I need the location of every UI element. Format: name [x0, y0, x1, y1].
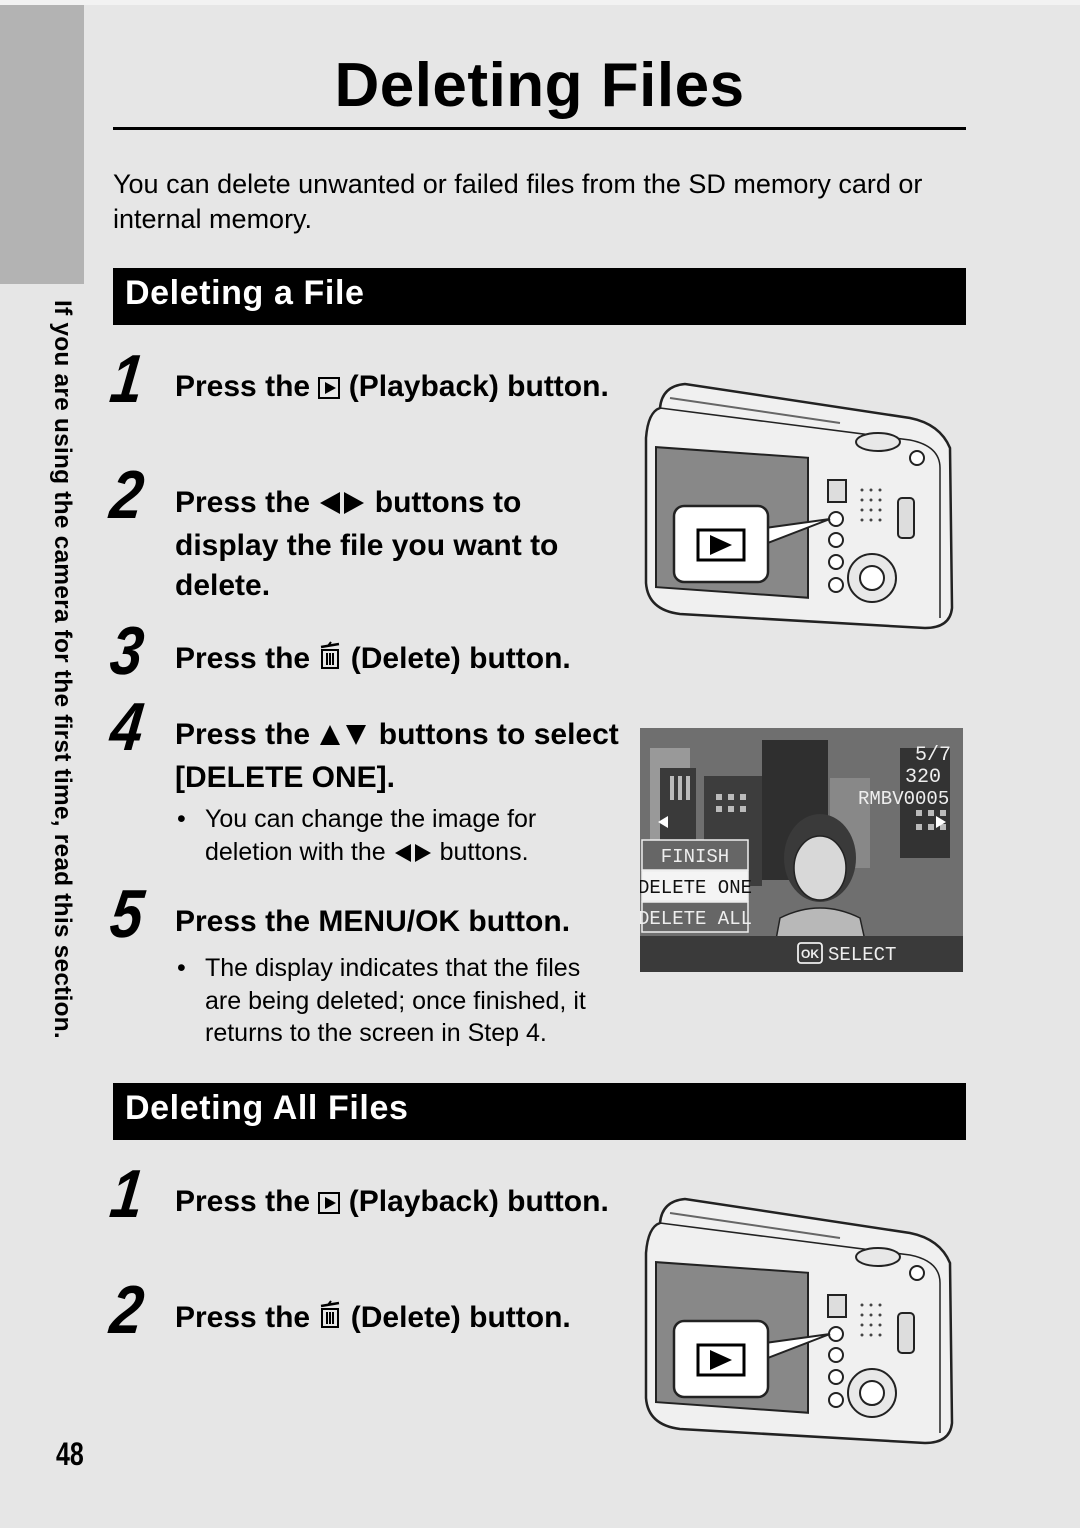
side-caption: If you are using the camera for the firs…: [49, 300, 76, 1039]
left-right-arrows-icon: [393, 839, 433, 872]
trash-icon: [318, 641, 342, 682]
intro-paragraph: You can delete unwanted or failed files …: [113, 169, 923, 234]
section-heading-text: Deleting All Files: [125, 1089, 409, 1127]
step-text: Press the (Playback) button.: [175, 1185, 609, 1218]
step-text: Press the (Delete) button.: [175, 639, 645, 682]
lcd-screen: 5/7 320 RMBV0005 FINISH DELETE ONE DELET…: [638, 728, 963, 977]
step-note: • The display indicates that the files a…: [177, 954, 586, 1047]
section-heading-delete-file: Deleting a File: [113, 268, 966, 325]
camera-illustration: [640, 378, 960, 639]
svg-text:OK: OK: [801, 947, 819, 961]
step-number: 3: [106, 613, 148, 689]
lcd-footer-label: SELECT: [828, 944, 896, 966]
step-text: Press the MENU/OK button.: [175, 905, 571, 938]
section-heading-delete-all: Deleting All Files: [113, 1083, 966, 1140]
lcd-filename: RMBV0005: [858, 788, 949, 810]
page-title: Deleting Files: [334, 51, 745, 120]
page-number: 48: [56, 1436, 84, 1472]
step-text: Press the buttons to display the file yo…: [175, 486, 559, 602]
chapter-tab: [0, 5, 84, 284]
section-heading-text: Deleting a File: [125, 274, 365, 312]
playback-icon: [318, 377, 341, 399]
step-text: Press the (Playback) button.: [175, 370, 609, 403]
step-number: 4: [106, 689, 148, 765]
step-number: 1: [106, 341, 148, 417]
svg-text:DELETE ALL: DELETE ALL: [640, 908, 752, 930]
step-text: Press the (Delete) button.: [175, 1298, 645, 1341]
svg-text:DELETE ONE: DELETE ONE: [640, 877, 752, 899]
title-divider: [113, 127, 966, 130]
up-down-arrows-icon: [318, 718, 370, 758]
svg-text:FINISH: FINISH: [661, 846, 729, 868]
page-edge: [0, 0, 1080, 5]
step-number: 2: [106, 457, 148, 533]
playback-icon: [318, 1192, 341, 1214]
lcd-counter: 5/7: [915, 744, 951, 767]
trash-icon: [318, 1300, 342, 1341]
step-number: 5: [106, 876, 148, 952]
camera-illustration: [640, 1193, 960, 1454]
step-number: 2: [106, 1272, 148, 1348]
step-note: • You can change the image for deletion …: [177, 803, 607, 871]
step-number: 1: [106, 1156, 148, 1232]
step-text: Press the buttons to select [DELETE ONE]…: [175, 718, 619, 794]
left-right-arrows-icon: [318, 486, 366, 526]
lcd-size: 320: [905, 766, 941, 789]
